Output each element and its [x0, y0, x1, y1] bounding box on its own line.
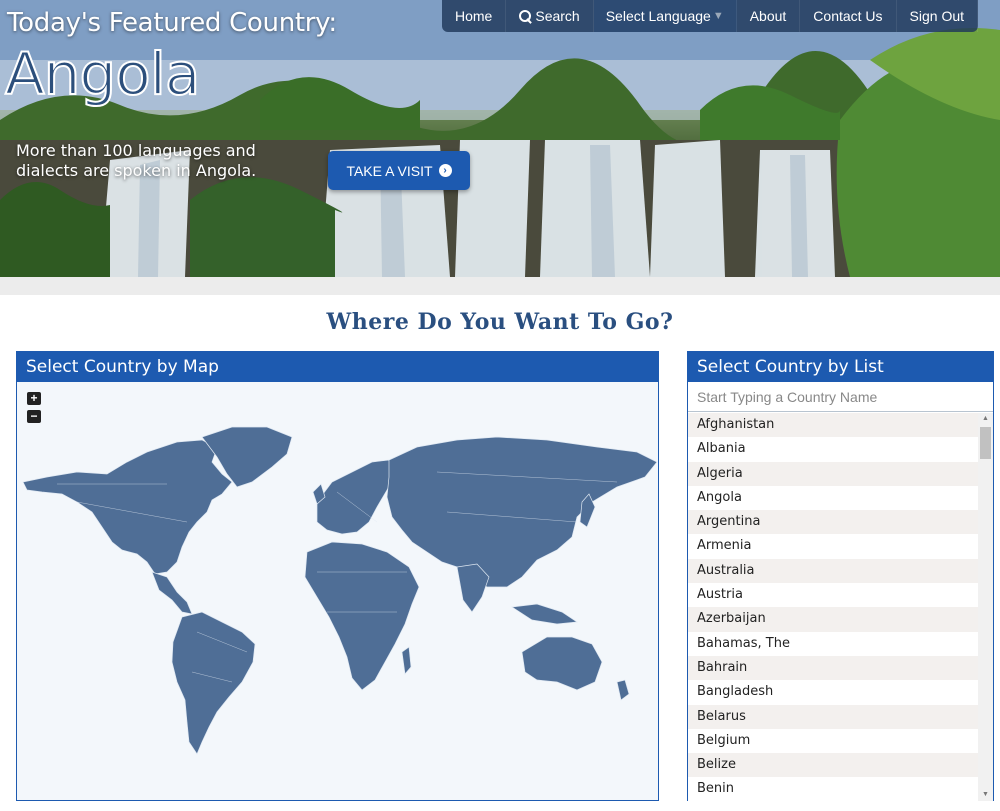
take-a-visit-button[interactable]: TAKE A VISIT › [328, 151, 470, 190]
country-list-item[interactable]: Belize [688, 753, 978, 778]
nav-home[interactable]: Home [442, 0, 507, 32]
map-madagascar [401, 646, 412, 675]
scroll-up-icon[interactable]: ▲ [978, 413, 993, 425]
country-list-item[interactable]: Bahrain [688, 655, 978, 681]
nav-signout[interactable]: Sign Out [897, 0, 979, 32]
country-list-item[interactable]: Algeria [688, 461, 978, 486]
list-scrollbar[interactable]: ▲ ▼ [978, 413, 993, 801]
scroll-down-icon[interactable]: ▼ [978, 789, 993, 801]
country-list-item[interactable]: Albania [688, 437, 978, 462]
map-south-america [171, 611, 256, 755]
nav-search-label: Search [535, 8, 580, 24]
country-list-item[interactable]: Armenia [688, 534, 978, 559]
arrow-circle-right-icon: › [438, 164, 452, 177]
country-list-item[interactable]: Afghanistan [688, 413, 978, 438]
country-list-item[interactable]: Benin [688, 777, 978, 801]
country-list-item[interactable]: Argentina [688, 510, 978, 535]
featured-country-name: Angola [4, 39, 201, 109]
map-panel-title: Select Country by Map [17, 352, 658, 382]
map-indonesia [511, 603, 579, 625]
map-central-america [151, 571, 193, 615]
country-list-item[interactable]: Australia [688, 558, 978, 584]
map-panel: Select Country by Map + − [16, 351, 659, 801]
map-asia [386, 436, 658, 588]
main-nav: Home Search Select Language ▼ About Cont… [442, 0, 979, 32]
nav-about[interactable]: About [737, 0, 801, 32]
country-list[interactable]: Afghanistan Albania Algeria Angola Argentina… [688, 413, 978, 801]
destination-section: Where Do You Want To Go? Select Country … [0, 295, 1000, 811]
language-select-label: Select Language [605, 8, 711, 24]
country-list-item[interactable]: Azerbaijan [688, 607, 978, 632]
country-list-item[interactable]: Angola [688, 485, 978, 511]
list-panel-title: Select Country by List [688, 352, 993, 382]
map-north-america [22, 439, 233, 575]
search-icon [519, 9, 532, 23]
country-list-item[interactable]: Bangladesh [688, 680, 978, 705]
featured-hero: Today's Featured Country: Angola More th… [0, 0, 1000, 277]
country-list-item[interactable]: Belgium [688, 728, 978, 754]
country-list-item[interactable]: Bahamas, The [688, 631, 978, 656]
map-new-zealand [616, 679, 630, 701]
language-select[interactable]: Select Language ▼ [593, 0, 737, 32]
country-search-input[interactable] [688, 382, 993, 412]
country-list-item[interactable]: Austria [688, 583, 978, 608]
world-map[interactable] [17, 382, 658, 800]
featured-kicker: Today's Featured Country: [7, 8, 337, 38]
section-title: Where Do You Want To Go? [326, 309, 674, 335]
nav-search[interactable]: Search [506, 0, 594, 32]
scroll-thumb[interactable] [980, 427, 991, 459]
featured-fact: More than 100 languages and dialects are… [16, 141, 257, 180]
take-a-visit-label: TAKE A VISIT [346, 162, 433, 179]
map-australia [521, 636, 603, 691]
map-europe [316, 459, 396, 535]
map-africa [304, 541, 420, 691]
country-list-panel: Select Country by List AfghanistanAlbani… [687, 351, 994, 801]
chevron-down-icon: ▼ [712, 10, 724, 22]
country-list-item[interactable]: Belarus [688, 704, 978, 729]
nav-contact[interactable]: Contact Us [800, 0, 897, 32]
